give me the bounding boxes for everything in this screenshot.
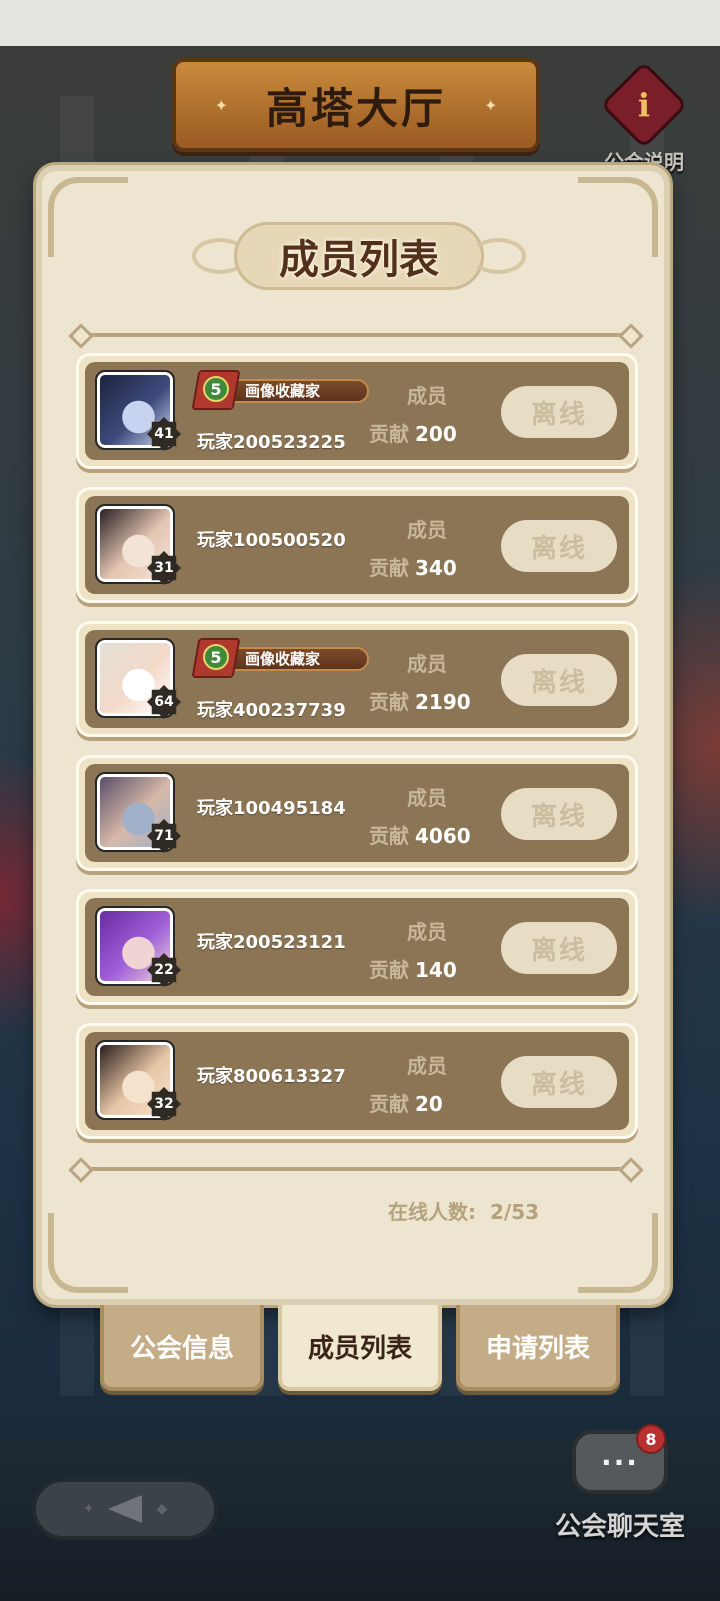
member-row[interactable]: 64 画像收藏家 5 玩家400237739 成员 贡献 2190 离线 xyxy=(76,621,638,737)
corner-ornament xyxy=(48,1213,128,1293)
contribution-value: 2190 xyxy=(415,690,471,714)
tab-guild-info[interactable]: 公会信息 xyxy=(100,1305,264,1391)
guild-info-button[interactable]: i 公会说明 xyxy=(586,61,702,180)
title-rank: 5 xyxy=(203,644,229,670)
offline-status-button[interactable]: 离线 xyxy=(501,1056,617,1108)
level-badge: 41 xyxy=(147,417,181,451)
title-badge-text: 画像收藏家 xyxy=(217,379,369,403)
member-row[interactable]: 41 画像收藏家 5 玩家200523225 成员 贡献 200 离线 xyxy=(76,353,638,469)
section-title: 成员列表 xyxy=(279,237,439,283)
info-icon: i xyxy=(600,61,688,149)
title-badge-text: 画像收藏家 xyxy=(217,647,369,671)
contribution-label: 贡献 xyxy=(369,1092,409,1116)
contribution-value: 340 xyxy=(415,556,457,580)
offline-status-button[interactable]: 离线 xyxy=(501,788,617,840)
contribution-label: 贡献 xyxy=(369,556,409,580)
guild-chat-label: 公会聊天室 xyxy=(554,1512,685,1542)
back-arrow-icon xyxy=(108,1495,143,1523)
contribution-value: 200 xyxy=(415,422,457,446)
divider xyxy=(78,1167,634,1171)
back-button[interactable]: ✦ ◆ xyxy=(32,1478,218,1540)
member-row[interactable]: 22 玩家200523121 成员 贡献 140 离线 xyxy=(76,889,638,1005)
offline-status-button[interactable]: 离线 xyxy=(501,922,617,974)
player-name: 玩家400237739 xyxy=(197,700,346,721)
member-row[interactable]: 31 玩家100500520 成员 贡献 340 离线 xyxy=(76,487,638,603)
corner-ornament xyxy=(48,177,128,257)
offline-status-button[interactable]: 离线 xyxy=(501,654,617,706)
member-role: 成员 xyxy=(407,518,447,542)
status-bar xyxy=(0,0,720,46)
player-name: 玩家100495184 xyxy=(197,798,346,819)
member-row-body: 64 画像收藏家 5 玩家400237739 成员 贡献 2190 离线 xyxy=(85,630,629,728)
guild-chat-button[interactable]: ··· 8 公会聊天室 xyxy=(540,1424,700,1570)
tab-member-list[interactable]: 成员列表 xyxy=(278,1305,442,1391)
diamond-ornament-icon: ✦ xyxy=(214,95,228,115)
contribution: 贡献 340 xyxy=(369,552,457,581)
online-count: 在线人数: 2/53 xyxy=(388,1196,539,1225)
player-title-badge: 画像收藏家 5 xyxy=(191,638,369,678)
contribution: 贡献 20 xyxy=(369,1088,443,1117)
level-badge: 71 xyxy=(147,819,181,853)
level-badge: 32 xyxy=(147,1087,181,1121)
diamond-ornament-icon: ✦ xyxy=(484,95,498,115)
contribution-label: 贡献 xyxy=(369,958,409,982)
bottom-bar: ✦ ◆ ··· 8 公会聊天室 xyxy=(0,1424,720,1601)
chat-notification-badge: 8 xyxy=(636,1424,666,1454)
member-row-body: 32 玩家800613327 成员 贡献 20 离线 xyxy=(85,1032,629,1130)
level-badge: 22 xyxy=(147,953,181,987)
contribution-value: 20 xyxy=(415,1092,443,1116)
member-role: 成员 xyxy=(407,1054,447,1078)
contribution: 贡献 2190 xyxy=(369,686,471,715)
player-name: 玩家200523225 xyxy=(197,432,346,453)
member-row-body: 31 玩家100500520 成员 贡献 340 离线 xyxy=(85,496,629,594)
title-rank: 5 xyxy=(203,376,229,402)
contribution-value: 4060 xyxy=(415,824,471,848)
contribution: 贡献 140 xyxy=(369,954,457,983)
member-role: 成员 xyxy=(407,920,447,944)
swirl-ornament-icon xyxy=(470,238,526,274)
member-row-body: 71 玩家100495184 成员 贡献 4060 离线 xyxy=(85,764,629,862)
player-title-badge: 画像收藏家 5 xyxy=(191,370,369,410)
member-role: 成员 xyxy=(407,652,447,676)
decor-dot-icon: ◆ xyxy=(156,1501,168,1517)
level-badge: 31 xyxy=(147,551,181,585)
contribution-label: 贡献 xyxy=(369,824,409,848)
member-role: 成员 xyxy=(407,786,447,810)
member-row[interactable]: 71 玩家100495184 成员 贡献 4060 离线 xyxy=(76,755,638,871)
level-badge: 64 xyxy=(147,685,181,719)
online-count-value: 2/53 xyxy=(490,1200,540,1224)
player-name: 玩家100500520 xyxy=(197,530,346,551)
corner-ornament xyxy=(578,177,658,257)
contribution: 贡献 4060 xyxy=(369,820,471,849)
tab-application-list[interactable]: 申请列表 xyxy=(456,1305,620,1391)
corner-ornament xyxy=(578,1213,658,1293)
divider xyxy=(78,333,634,337)
section-title-plate: 成员列表 xyxy=(234,222,484,290)
member-list-panel: 成员列表 41 画像收藏家 5 玩家200523225 成员 贡献200 离线 xyxy=(36,165,670,1305)
player-name: 玩家800613327 xyxy=(197,1066,346,1087)
member-row[interactable]: 32 玩家800613327 成员 贡献 20 离线 xyxy=(76,1023,638,1139)
member-row-body: 41 画像收藏家 5 玩家200523225 成员 贡献 200 离线 xyxy=(85,362,629,460)
member-row-body: 22 玩家200523121 成员 贡献 140 离线 xyxy=(85,898,629,996)
offline-status-button[interactable]: 离线 xyxy=(501,520,617,572)
member-role: 成员 xyxy=(407,384,447,408)
guild-tabs: 公会信息 成员列表 申请列表 xyxy=(100,1305,620,1395)
member-list: 41 画像收藏家 5 玩家200523225 成员 贡献 200 离线 31 玩家… xyxy=(76,353,638,1157)
online-count-label: 在线人数: xyxy=(388,1200,476,1224)
hall-title-banner: ✦ 高塔大厅 ✦ xyxy=(172,58,540,152)
contribution-label: 贡献 xyxy=(369,422,409,446)
section-header: 成员列表 xyxy=(192,216,526,296)
page-title: 高塔大厅 xyxy=(265,83,446,133)
player-name: 玩家200523121 xyxy=(197,932,346,953)
contribution-value: 140 xyxy=(415,958,457,982)
contribution-label: 贡献 xyxy=(369,690,409,714)
contribution: 贡献 200 xyxy=(369,418,457,447)
decor-dot-icon: ✦ xyxy=(82,1501,95,1517)
offline-status-button[interactable]: 离线 xyxy=(501,386,617,438)
